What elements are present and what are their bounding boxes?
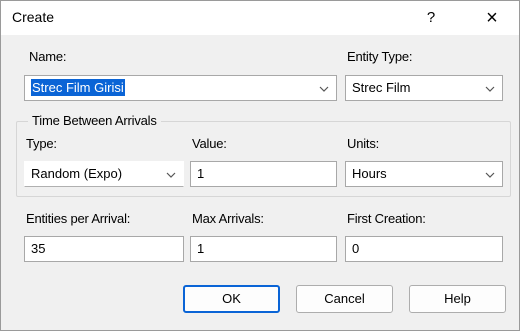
dialog-title: Create [12, 9, 55, 25]
entity-type-label: Entity Type: [347, 49, 413, 64]
cancel-button[interactable]: Cancel [296, 285, 393, 313]
time-between-arrivals-title: Time Between Arrivals [28, 113, 161, 128]
close-icon[interactable]: × [477, 5, 507, 31]
entities-per-arrival-label: Entities per Arrival: [26, 211, 131, 226]
value-input[interactable]: 1 [190, 161, 337, 187]
max-arrivals-value: 1 [197, 241, 205, 256]
first-creation-label: First Creation: [347, 211, 426, 226]
name-combobox[interactable]: Strec Film Girisi [24, 75, 337, 101]
value-input-text: 1 [197, 166, 205, 181]
type-label: Type: [26, 136, 57, 151]
units-label: Units: [347, 136, 380, 151]
name-label: Name: [29, 49, 67, 64]
entity-type-value: Strec Film [352, 80, 411, 95]
max-arrivals-input[interactable]: 1 [190, 236, 337, 262]
type-combobox[interactable]: Random (Expo) [24, 161, 184, 187]
entities-per-arrival-value: 35 [31, 241, 46, 256]
name-value: Strec Film Girisi [31, 79, 125, 96]
type-value: Random (Expo) [31, 166, 123, 181]
first-creation-value: 0 [352, 241, 360, 256]
help-button[interactable]: Help [409, 285, 506, 313]
max-arrivals-label: Max Arrivals: [192, 211, 264, 226]
chevron-down-icon[interactable] [163, 162, 179, 186]
chevron-down-icon[interactable] [482, 76, 498, 100]
ok-button[interactable]: OK [183, 285, 280, 313]
units-combobox[interactable]: Hours [345, 161, 503, 187]
title-bar: Create ? × [1, 1, 519, 35]
entities-per-arrival-input[interactable]: 35 [24, 236, 184, 262]
value-label: Value: [192, 136, 227, 151]
chevron-down-icon[interactable] [316, 76, 332, 100]
first-creation-input[interactable]: 0 [345, 236, 503, 262]
units-value: Hours [352, 166, 387, 181]
create-dialog: Create ? × Name: Strec Film Girisi Entit… [0, 0, 520, 331]
chevron-down-icon[interactable] [482, 162, 498, 186]
help-icon[interactable]: ? [419, 6, 443, 30]
entity-type-combobox[interactable]: Strec Film [345, 75, 503, 101]
